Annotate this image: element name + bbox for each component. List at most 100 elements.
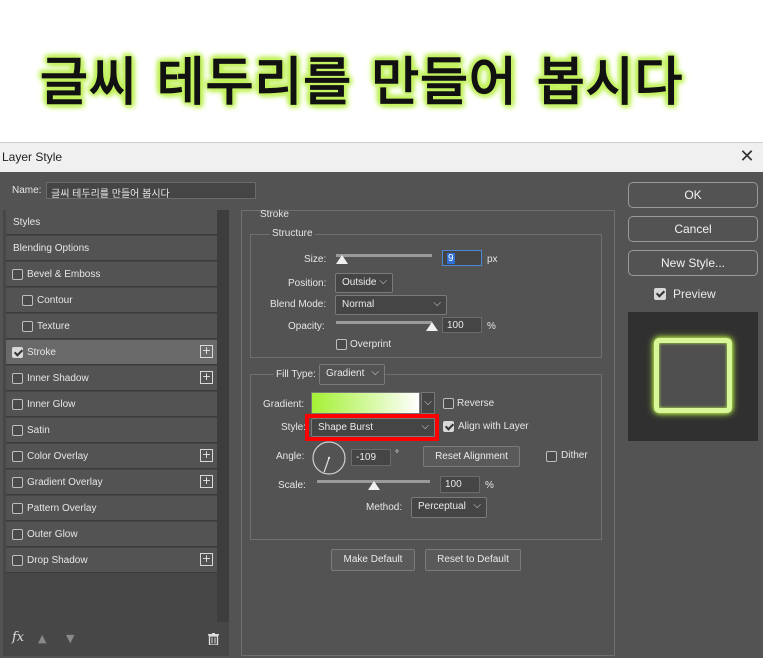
ok-button[interactable]: OK [628,182,758,208]
position-select[interactable]: Outside ⌵ [335,273,393,293]
angle-label: Angle: [276,451,305,462]
styles-item-label: Inner Shadow [27,373,89,384]
styles-list: Styles Blending Options Bevel & Emboss Cont… [3,210,229,656]
styles-item-label: Outer Glow [27,529,78,540]
styles-item-outer-glow[interactable]: Outer Glow [6,522,217,547]
styles-item-label: Bevel & Emboss [27,269,101,280]
cancel-button[interactable]: Cancel [628,216,758,242]
move-down-icon[interactable]: ▼ [66,632,74,645]
reset-alignment-button[interactable]: Reset Alignment [423,446,520,467]
styles-item-label: Drop Shadow [27,555,88,566]
fx-icon[interactable]: fx [12,630,24,645]
styles-item-checkbox[interactable] [12,399,23,410]
opacity-slider[interactable] [336,321,432,324]
overprint-checkbox[interactable] [336,339,347,350]
styles-item-label: Contour [37,295,73,306]
styles-item-label: Blending Options [13,243,90,254]
title-bar: Layer Style ✕ [0,142,763,172]
styles-item-blending-options[interactable]: Blending Options [6,236,217,261]
angle-dial[interactable] [312,441,346,475]
gradient-dropdown-icon[interactable]: ⌵ [421,392,435,414]
styles-item-satin[interactable]: Satin [6,418,217,443]
styles-item-gradient-overlay[interactable]: Gradient Overlay + [6,470,217,495]
styles-item-styles[interactable]: Styles [6,210,217,235]
styles-scrollbar[interactable] [217,210,229,622]
fill-type-select[interactable]: Gradient ⌵ [319,364,385,385]
chevron-down-icon: ⌵ [421,421,429,432]
styles-item-checkbox[interactable] [12,503,23,514]
preview-label: Preview [673,287,716,301]
style-select[interactable]: Shape Burst ⌵ [311,418,435,437]
add-effect-icon[interactable]: + [200,553,213,566]
styles-item-checkbox[interactable] [12,347,23,358]
size-slider-thumb[interactable] [335,255,348,264]
size-value: 9 [447,253,455,264]
styles-item-checkbox[interactable] [12,425,23,436]
reverse-label: Reverse [457,398,495,409]
styles-item-bevel-emboss[interactable]: Bevel & Emboss [6,262,217,287]
styles-item-checkbox[interactable] [12,269,23,280]
styles-item-inner-glow[interactable]: Inner Glow [6,392,217,417]
reset-to-default-button[interactable]: Reset to Default [425,549,521,571]
gradient-swatch[interactable] [311,392,420,414]
scale-slider-thumb[interactable] [367,481,380,490]
new-style-button[interactable]: New Style... [628,250,758,276]
size-input[interactable]: 9 [442,250,482,266]
styles-item-color-overlay[interactable]: Color Overlay + [6,444,217,469]
stroke-section-title: Stroke [260,209,289,220]
fill-type-value: Gradient [326,368,365,379]
add-effect-icon[interactable]: + [200,371,213,384]
make-default-button[interactable]: Make Default [331,549,415,571]
styles-item-checkbox[interactable] [12,529,23,540]
styles-item-inner-shadow[interactable]: Inner Shadow + [6,366,217,391]
opacity-label: Opacity: [288,321,325,332]
opacity-input[interactable]: 100 [442,317,482,333]
styles-item-drop-shadow[interactable]: Drop Shadow + [6,548,217,573]
position-value: Outside [342,277,377,288]
gradient-label: Gradient: [263,399,305,410]
size-slider[interactable] [336,254,432,257]
scale-label: Scale: [278,480,306,491]
close-icon[interactable]: ✕ [735,145,759,169]
name-label: Name: [12,185,42,196]
size-unit: px [487,254,498,265]
styles-item-stroke[interactable]: Stroke + [6,340,217,365]
dither-checkbox[interactable] [546,451,557,462]
styles-item-texture[interactable]: Texture [6,314,217,339]
window-title: Layer Style [2,150,63,164]
chevron-down-icon: ⌵ [379,276,387,287]
add-effect-icon[interactable]: + [200,449,213,462]
blend-mode-select[interactable]: Normal ⌵ [335,295,447,315]
name-input[interactable]: 글씨 테두리를 만들어 봅시다 [46,182,256,199]
add-effect-icon[interactable]: + [200,475,213,488]
structure-title: Structure [270,228,315,239]
style-label: Style: [281,422,307,433]
blend-mode-value: Normal [342,299,375,310]
angle-input[interactable]: -109 [351,449,391,466]
styles-item-pattern-overlay[interactable]: Pattern Overlay [6,496,217,521]
method-select[interactable]: Perceptual ⌵ [411,497,487,518]
add-effect-icon[interactable]: + [200,345,213,358]
opacity-slider-thumb[interactable] [426,322,438,331]
styles-item-checkbox[interactable] [12,451,23,462]
size-label: Size: [304,254,327,265]
overprint-label: Overprint [350,339,392,350]
styles-item-checkbox[interactable] [12,477,23,488]
trash-icon[interactable] [208,630,219,646]
styles-item-checkbox[interactable] [12,555,23,566]
styles-item-checkbox[interactable] [22,321,33,332]
angle-unit: ° [395,449,399,460]
align-with-layer-label: Align with Layer [458,421,529,432]
position-label: Position: [288,278,327,289]
styles-item-checkbox[interactable] [22,295,33,306]
scale-input[interactable]: 100 [440,476,480,493]
styles-item-checkbox[interactable] [12,373,23,384]
reverse-checkbox[interactable] [443,398,454,409]
styles-item-label: Styles [13,217,41,228]
styles-item-contour[interactable]: Contour [6,288,217,313]
preview-checkbox[interactable] [654,288,666,300]
styles-item-label: Gradient Overlay [27,477,103,488]
styles-item-label: Satin [27,425,50,436]
align-with-layer-checkbox[interactable] [443,421,454,432]
move-up-icon[interactable]: ▲ [38,632,46,645]
